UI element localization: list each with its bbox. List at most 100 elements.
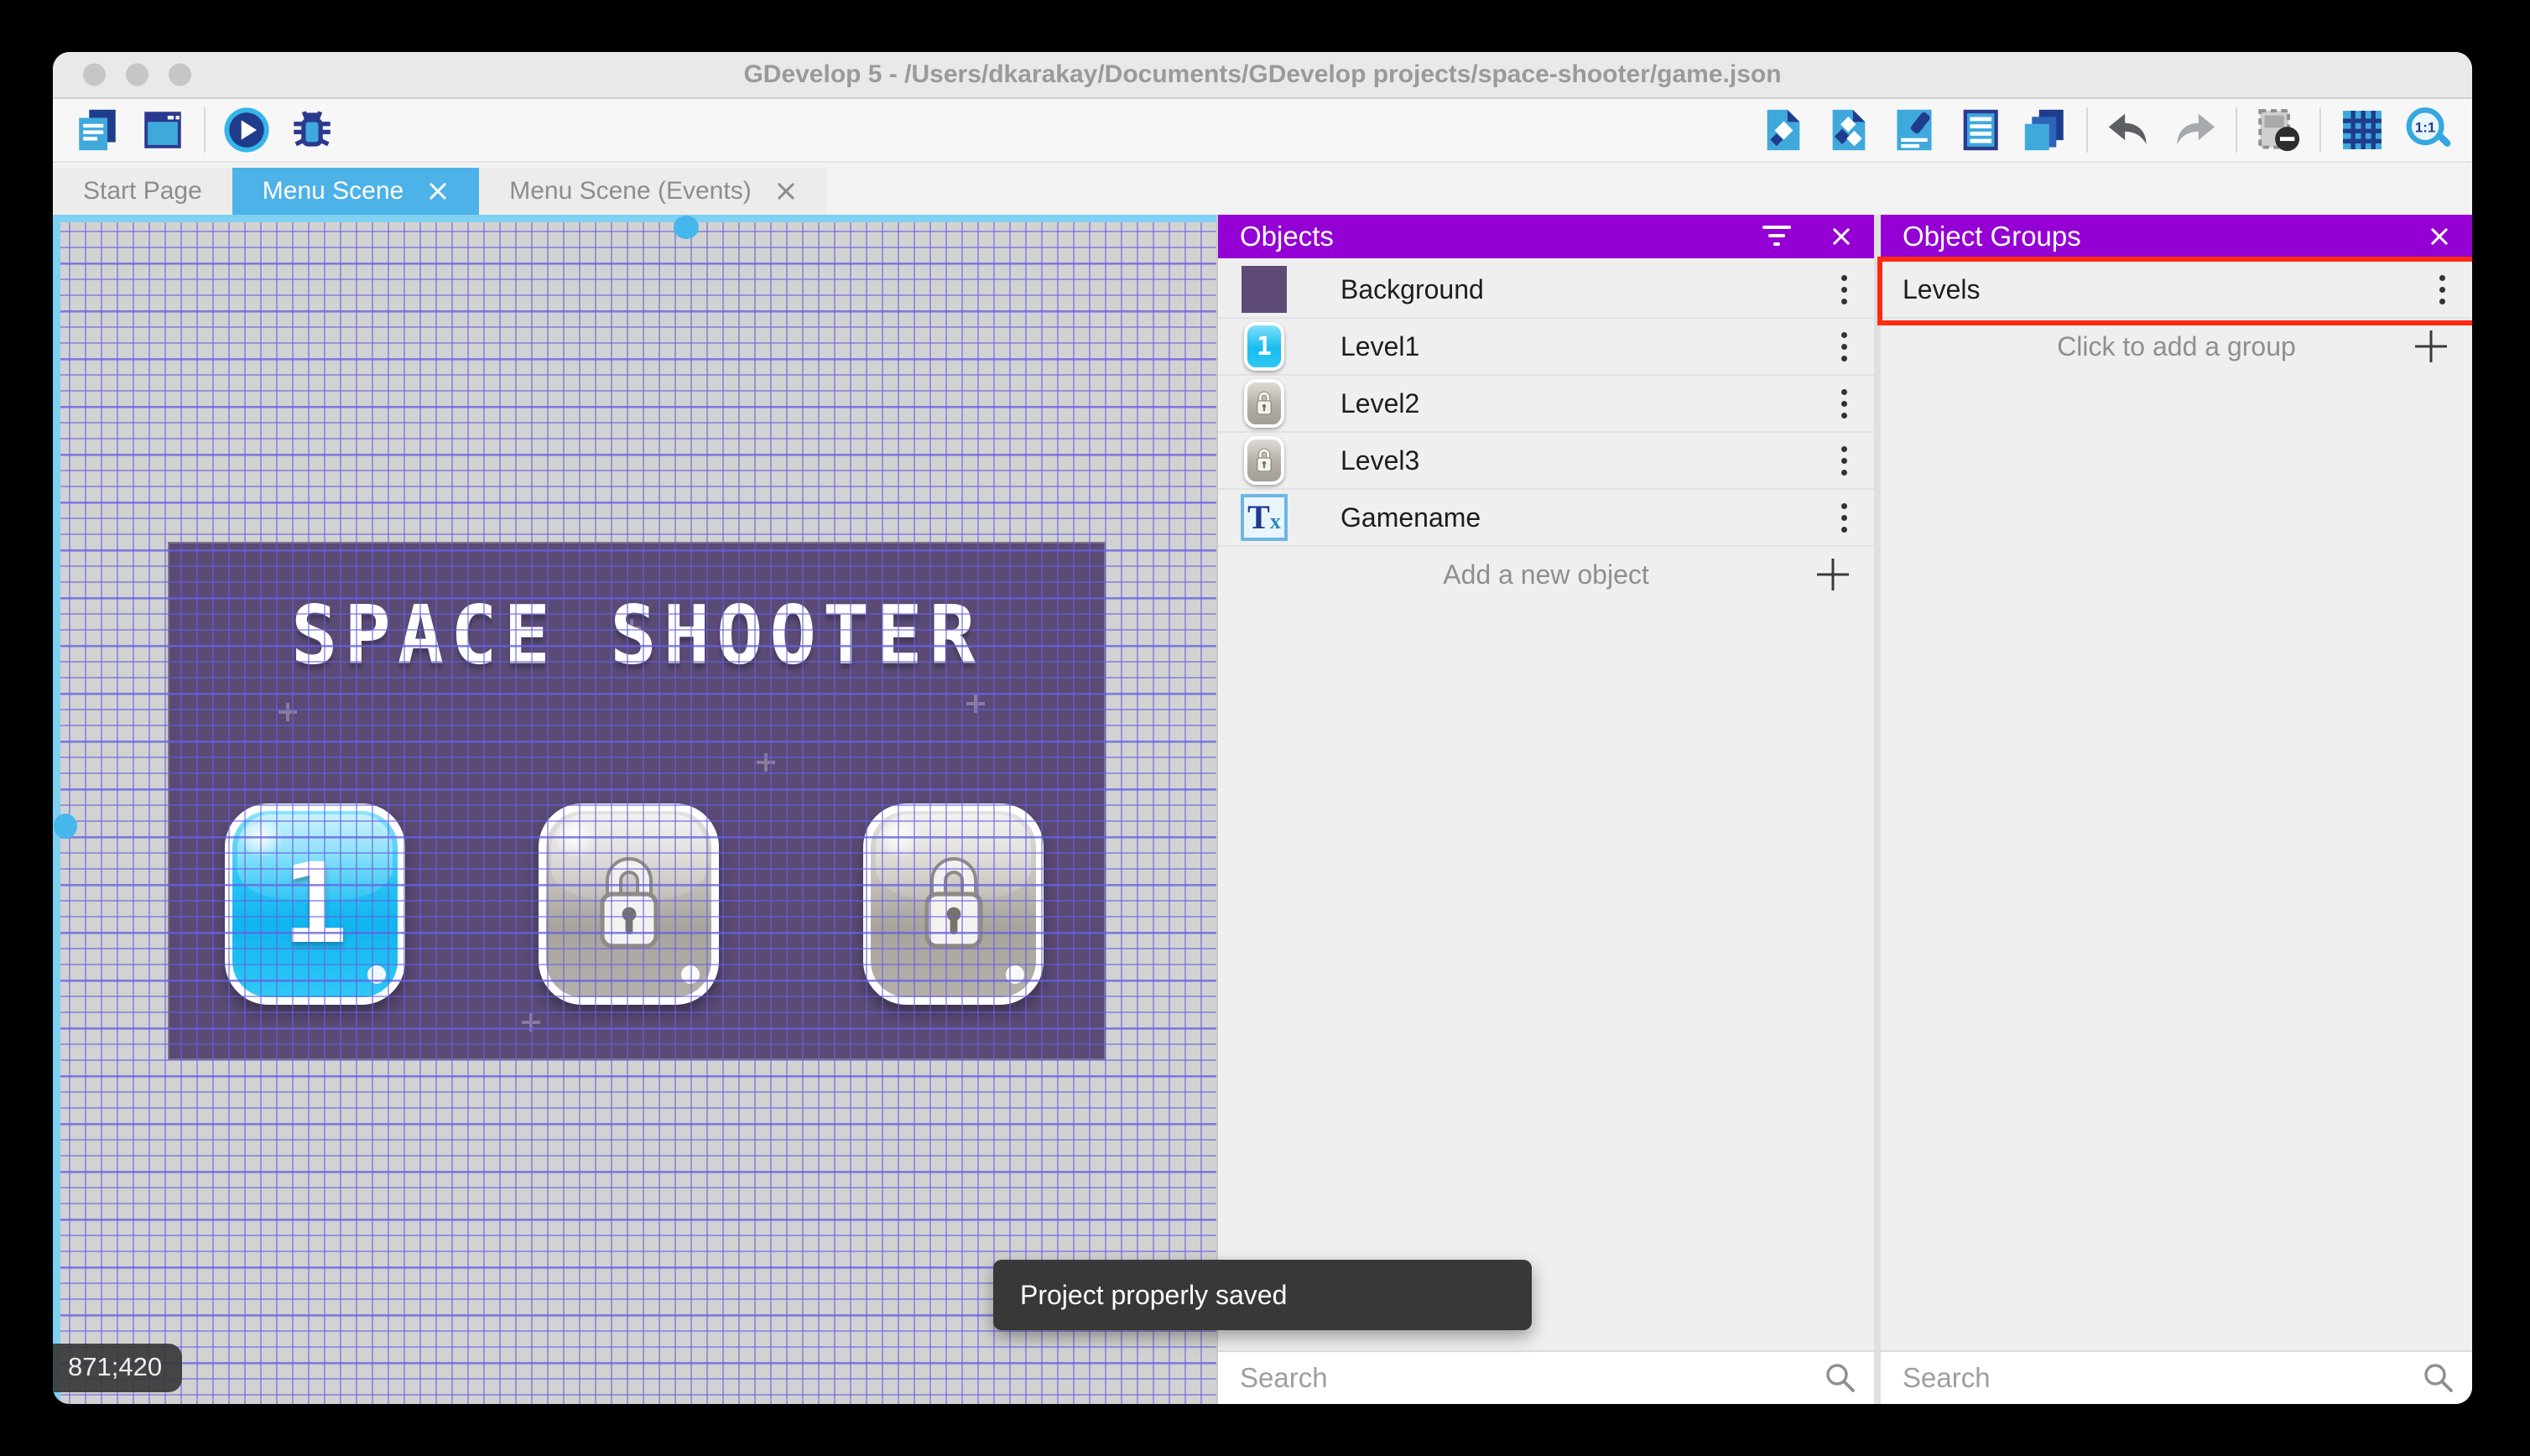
groups-list: Levels Click to add a group — [1881, 258, 2472, 374]
grid-icon[interactable] — [2338, 106, 2387, 154]
properties-icon[interactable] — [1890, 106, 1939, 154]
object-groups-editor-icon[interactable] — [1825, 106, 1873, 154]
close-panel-icon[interactable] — [2428, 226, 2450, 247]
objects-panel-header: Objects — [1218, 215, 1874, 258]
add-group-label: Click to add a group — [2057, 330, 2296, 361]
object-name: Level1 — [1340, 330, 1420, 361]
objects-panel-title: Objects — [1240, 221, 1334, 252]
star-decoration — [757, 753, 775, 772]
star-decoration — [966, 694, 985, 713]
groups-search-input[interactable] — [1881, 1362, 2472, 1394]
undo-icon[interactable] — [2105, 106, 2153, 154]
object-menu-icon[interactable] — [1836, 270, 1852, 309]
editor-tabs: Start Page Menu Scene Menu Scene (Events… — [53, 163, 2472, 215]
group-row-levels[interactable]: Levels — [1881, 262, 2472, 319]
object-row-level3[interactable]: Level3 — [1218, 433, 1874, 490]
search-icon — [1822, 1360, 1859, 1396]
groups-panel-title: Object Groups — [1903, 221, 2081, 252]
object-menu-icon[interactable] — [1836, 498, 1852, 538]
game-background-instance[interactable]: SPACE SHOOTER 1 — [169, 543, 1104, 1058]
game-title-text[interactable]: SPACE SHOOTER — [169, 588, 1104, 682]
toolbar-separator — [2319, 107, 2321, 153]
scene-window-icon[interactable] — [138, 106, 187, 154]
object-row-gamename[interactable]: Tx Gamename — [1218, 490, 1874, 547]
object-row-background[interactable]: Background — [1218, 262, 1874, 319]
group-menu-icon[interactable] — [2434, 270, 2450, 309]
search-icon — [2420, 1360, 2457, 1396]
level3-button-instance[interactable] — [863, 803, 1044, 1005]
objects-panel: Objects Background 1 Level1 Level2 Level… — [1216, 215, 1874, 1404]
object-name: Level2 — [1340, 387, 1420, 419]
close-window-icon[interactable] — [83, 63, 106, 86]
object-groups-panel: Object Groups Levels Click to add a grou… — [1877, 215, 2472, 1404]
cursor-coordinates: 871;420 — [53, 1344, 183, 1392]
toast-message: Project properly saved — [1020, 1279, 1288, 1310]
window-mask-icon[interactable] — [2254, 106, 2303, 154]
filter-icon[interactable] — [1760, 224, 1793, 249]
horizontal-scrollbar-thumb[interactable] — [674, 216, 699, 239]
vertical-scrollbar[interactable] — [53, 215, 77, 1404]
star-decoration — [522, 1013, 540, 1032]
object-name: Level3 — [1340, 445, 1420, 476]
objects-list: Background 1 Level1 Level2 Level3 T x Ga… — [1218, 258, 1874, 602]
level1-button-instance[interactable]: 1 — [225, 803, 405, 1005]
svg-text:1:1: 1:1 — [2415, 119, 2435, 135]
play-preview-icon[interactable] — [222, 106, 271, 154]
close-tab-icon[interactable] — [427, 180, 449, 202]
level1-thumbnail-icon: 1 — [1240, 322, 1288, 371]
object-row-level2[interactable]: Level2 — [1218, 376, 1874, 433]
tab-menu-scene-events[interactable]: Menu Scene (Events) — [479, 168, 827, 215]
object-menu-icon[interactable] — [1836, 327, 1852, 367]
object-row-level1[interactable]: 1 Level1 — [1218, 319, 1874, 376]
add-object-button[interactable]: Add a new object — [1218, 547, 1874, 602]
project-manager-icon[interactable] — [73, 106, 122, 154]
save-toast: Project properly saved — [993, 1260, 1532, 1330]
groups-search — [1881, 1350, 2472, 1404]
vertical-scrollbar-thumb[interactable] — [54, 814, 77, 839]
window-title: GDevelop 5 - /Users/dkarakay/Documents/G… — [743, 60, 1782, 88]
add-object-label: Add a new object — [1443, 559, 1649, 590]
close-tab-icon[interactable] — [775, 180, 797, 202]
tab-label: Start Page — [83, 177, 202, 205]
tab-start-page[interactable]: Start Page — [53, 168, 232, 215]
toolbar-separator — [2086, 107, 2088, 153]
objects-search-input[interactable] — [1218, 1362, 1874, 1394]
star-decoration — [279, 703, 297, 721]
plus-icon[interactable] — [1817, 559, 1849, 590]
minimize-window-icon[interactable] — [126, 63, 148, 86]
close-panel-icon[interactable] — [1830, 226, 1852, 247]
object-menu-icon[interactable] — [1836, 384, 1852, 424]
locked-thumbnail-icon — [1240, 436, 1288, 485]
title-bar: GDevelop 5 - /Users/dkarakay/Documents/G… — [53, 52, 2472, 99]
instances-list-icon[interactable] — [1955, 106, 2004, 154]
objects-editor-icon[interactable] — [1759, 106, 1808, 154]
horizontal-scrollbar[interactable] — [53, 215, 1216, 239]
text-object-icon: Tx — [1240, 493, 1288, 542]
groups-panel-header: Object Groups — [1881, 215, 2472, 258]
panel-divider[interactable] — [1874, 215, 1881, 1404]
object-name: Gamename — [1340, 502, 1481, 533]
locked-thumbnail-icon — [1240, 379, 1288, 428]
add-group-button[interactable]: Click to add a group — [1881, 319, 2472, 374]
maximize-window-icon[interactable] — [169, 63, 191, 86]
group-name: Levels — [1903, 273, 1981, 304]
debug-icon[interactable] — [288, 106, 336, 154]
level2-button-instance[interactable] — [539, 803, 719, 1005]
zoom-1-1-icon[interactable]: 1:1 — [2403, 106, 2452, 154]
traffic-lights — [83, 63, 191, 86]
tab-label: Menu Scene — [262, 177, 404, 205]
tab-label: Menu Scene (Events) — [509, 177, 752, 205]
toolbar-separator — [204, 107, 206, 153]
redo-icon[interactable] — [2170, 106, 2219, 154]
tab-menu-scene[interactable]: Menu Scene — [232, 168, 480, 215]
toolbar-separator — [2236, 107, 2237, 153]
object-menu-icon[interactable] — [1836, 441, 1852, 481]
gdevelop-window: GDevelop 5 - /Users/dkarakay/Documents/G… — [53, 52, 2472, 1404]
plus-icon[interactable] — [2415, 330, 2447, 362]
main-toolbar: 1:1 — [53, 99, 2472, 163]
layers-icon[interactable] — [2021, 106, 2069, 154]
object-name: Background — [1340, 273, 1484, 304]
background-thumbnail-icon — [1240, 265, 1288, 314]
scene-canvas[interactable]: SPACE SHOOTER 1 871;420 — [53, 215, 1216, 1404]
objects-search — [1218, 1350, 1874, 1404]
